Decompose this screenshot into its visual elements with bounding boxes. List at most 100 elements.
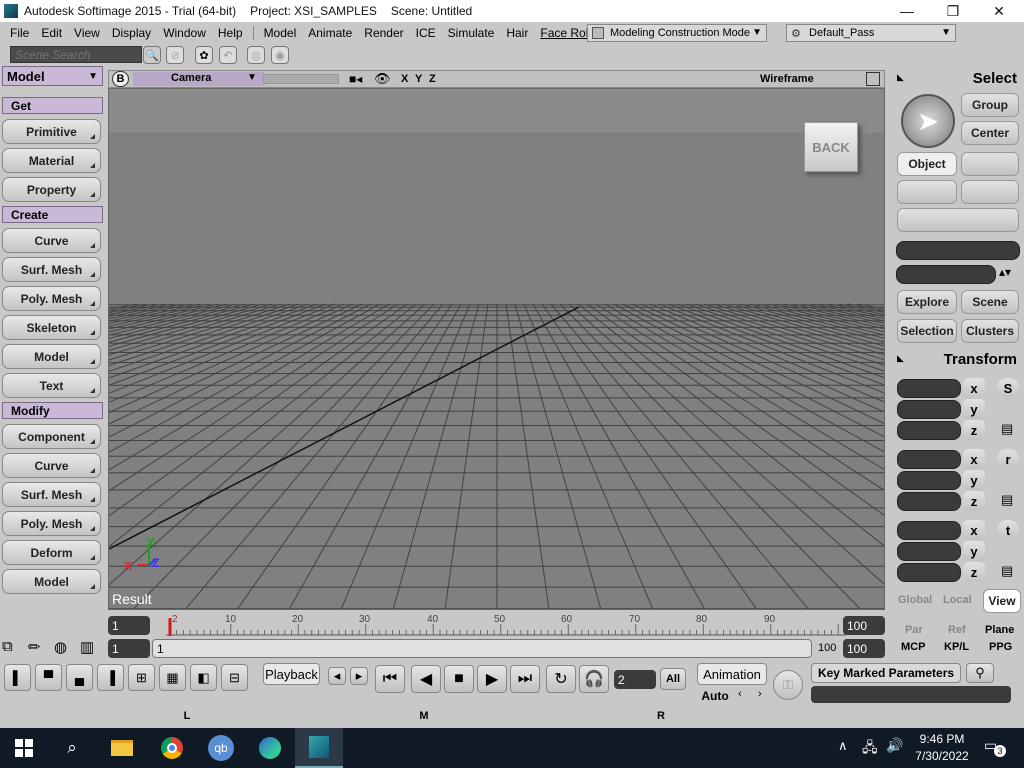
explore-button[interactable]: Explore (897, 290, 957, 314)
auto-key-button[interactable]: Auto (697, 686, 733, 706)
create-model-button[interactable]: Model (2, 344, 101, 369)
group-button[interactable]: Group (961, 93, 1019, 117)
quickbooks-icon[interactable]: qb (197, 728, 245, 768)
chrome-icon[interactable] (148, 728, 196, 768)
select-filter-wide[interactable] (897, 208, 1019, 232)
menu-render[interactable]: Render (362, 26, 405, 40)
maximize-viewport-icon[interactable] (866, 72, 880, 86)
menu-edit[interactable]: Edit (39, 26, 64, 40)
layout-custom-icon[interactable]: ⊟ (221, 664, 248, 691)
select-filter-blank-1[interactable] (961, 152, 1019, 176)
get-material-button[interactable]: Material (2, 148, 101, 173)
play-forward-icon[interactable]: ▶ (477, 665, 507, 693)
marked-params-icon[interactable]: ⚲ (966, 663, 994, 683)
layout-bottom-icon[interactable]: ▄ (66, 664, 93, 691)
create-skeleton-button[interactable]: Skeleton (2, 315, 101, 340)
prev-key-icon[interactable]: ◂ (328, 667, 346, 685)
local-toggle[interactable]: Local (943, 594, 972, 606)
clusters-button[interactable]: Clusters (961, 319, 1019, 343)
object-button[interactable]: Object (897, 152, 957, 176)
layout-split-icon[interactable]: ◧ (190, 664, 217, 691)
auto-key-prev-icon[interactable]: ‹ (738, 688, 742, 700)
camera-dropdown[interactable]: Camera (133, 72, 265, 86)
menu-help[interactable]: Help (216, 26, 245, 40)
menu-simulate[interactable]: Simulate (446, 26, 497, 40)
translate-z-field[interactable] (897, 563, 961, 582)
layout-grid-icon[interactable]: ▦ (159, 664, 186, 691)
construction-mode-dropdown[interactable]: Modeling Construction Mode ▼ (587, 24, 767, 42)
timeline-start-field[interactable]: 1 (108, 616, 150, 635)
axis-x-toggle[interactable]: X (401, 73, 408, 85)
selection-name-field[interactable] (896, 241, 1020, 260)
viewport-b-button[interactable]: B (112, 71, 129, 87)
current-frame-field[interactable]: 2 (614, 670, 656, 689)
network-icon[interactable]: 🖧 (862, 737, 878, 761)
scale-button[interactable]: S (997, 378, 1019, 398)
create-poly-mesh-button[interactable]: Poly. Mesh (2, 286, 101, 311)
rotate-button[interactable]: r (997, 449, 1019, 469)
selection-button[interactable]: Selection (897, 319, 957, 343)
clear-search-icon[interactable]: ⊘ (166, 46, 184, 64)
translate-lock-icon[interactable]: ▤ (1001, 563, 1013, 579)
layout-right-icon[interactable]: ▐ (97, 664, 124, 691)
modify-component-button[interactable]: Component (2, 424, 101, 449)
render-region-icon[interactable]: ◎ (247, 46, 265, 64)
modify-curve-button[interactable]: Curve (2, 453, 101, 478)
select-filter-blank-2[interactable] (897, 180, 957, 204)
tab-r[interactable]: R (654, 710, 668, 722)
minimize-button[interactable]: — (884, 0, 930, 22)
layout-top-icon[interactable]: ▀ (35, 664, 62, 691)
translate-y-field[interactable] (897, 542, 961, 561)
modify-surf-mesh-button[interactable]: Surf. Mesh (2, 482, 101, 507)
scale-y-field[interactable] (897, 400, 961, 419)
play-backward-icon[interactable]: ◀ (411, 665, 441, 693)
clock-date[interactable]: 7/30/2022 (912, 749, 972, 763)
translate-button[interactable]: t (997, 520, 1019, 540)
view-toggle-strip[interactable] (263, 74, 339, 84)
modify-poly-mesh-button[interactable]: Poly. Mesh (2, 511, 101, 536)
menu-display[interactable]: Display (110, 26, 153, 40)
render-preview-icon[interactable]: ◉ (271, 46, 289, 64)
edge-icon[interactable] (246, 728, 294, 768)
timeline[interactable]: 1 2 10 20 30 40 50 60 70 80 90 100 (106, 614, 886, 636)
playback-menu[interactable]: Playback (263, 663, 320, 685)
range-slider[interactable]: 1 (152, 639, 812, 658)
scroll-arrows-icon[interactable]: ▴▾ (999, 265, 1011, 279)
select-filter-blank-3[interactable] (961, 180, 1019, 204)
clock-time[interactable]: 9:46 PM (912, 732, 972, 746)
auto-key-next-icon[interactable]: › (758, 688, 762, 700)
scale-z-field[interactable] (897, 421, 961, 440)
create-curve-button[interactable]: Curve (2, 228, 101, 253)
timeline-ruler[interactable] (166, 614, 846, 636)
close-button[interactable]: ✕ (976, 0, 1022, 22)
menu-model[interactable]: Model (262, 26, 299, 40)
maximize-button[interactable]: ❐ (930, 0, 976, 22)
rotate-lock-icon[interactable]: ▤ (1001, 492, 1013, 508)
modify-model-button[interactable]: Model (2, 569, 101, 594)
select-tool-button[interactable]: ➤ (901, 94, 955, 148)
axis-y-toggle[interactable]: Y (415, 73, 422, 85)
scene-button[interactable]: Scene (961, 290, 1019, 314)
camera-icon[interactable]: ■◂ (349, 72, 362, 86)
get-primitive-button[interactable]: Primitive (2, 119, 101, 144)
view-toggle[interactable]: View (983, 589, 1021, 613)
softimage-taskbar-icon[interactable] (295, 728, 343, 768)
view-cube[interactable]: BACK (804, 122, 858, 172)
eye-icon[interactable]: 👁 (374, 71, 391, 87)
key-icon[interactable]: ⚿ (773, 670, 803, 700)
tab-l[interactable]: L (180, 710, 194, 722)
range-end-field[interactable]: 100 (843, 639, 885, 658)
menu-animate[interactable]: Animate (306, 26, 354, 40)
search-icon[interactable]: 🔍 (143, 46, 161, 64)
scene-search-input[interactable] (10, 46, 142, 63)
plane-toggle[interactable]: Plane (985, 624, 1014, 636)
timeline-end-field[interactable]: 100 (843, 616, 885, 635)
windows-start-icon[interactable] (0, 728, 48, 768)
axis-z-toggle[interactable]: Z (429, 73, 436, 85)
ppg-tab[interactable]: PPG (989, 641, 1012, 653)
render-pass-dropdown[interactable]: ⚙ Default_Pass ▼ (786, 24, 956, 42)
selection-filter-field[interactable] (896, 265, 996, 284)
go-to-end-icon[interactable]: ⏭ (510, 665, 540, 693)
menu-window[interactable]: Window (161, 26, 208, 40)
animation-menu[interactable]: Animation (697, 663, 767, 685)
